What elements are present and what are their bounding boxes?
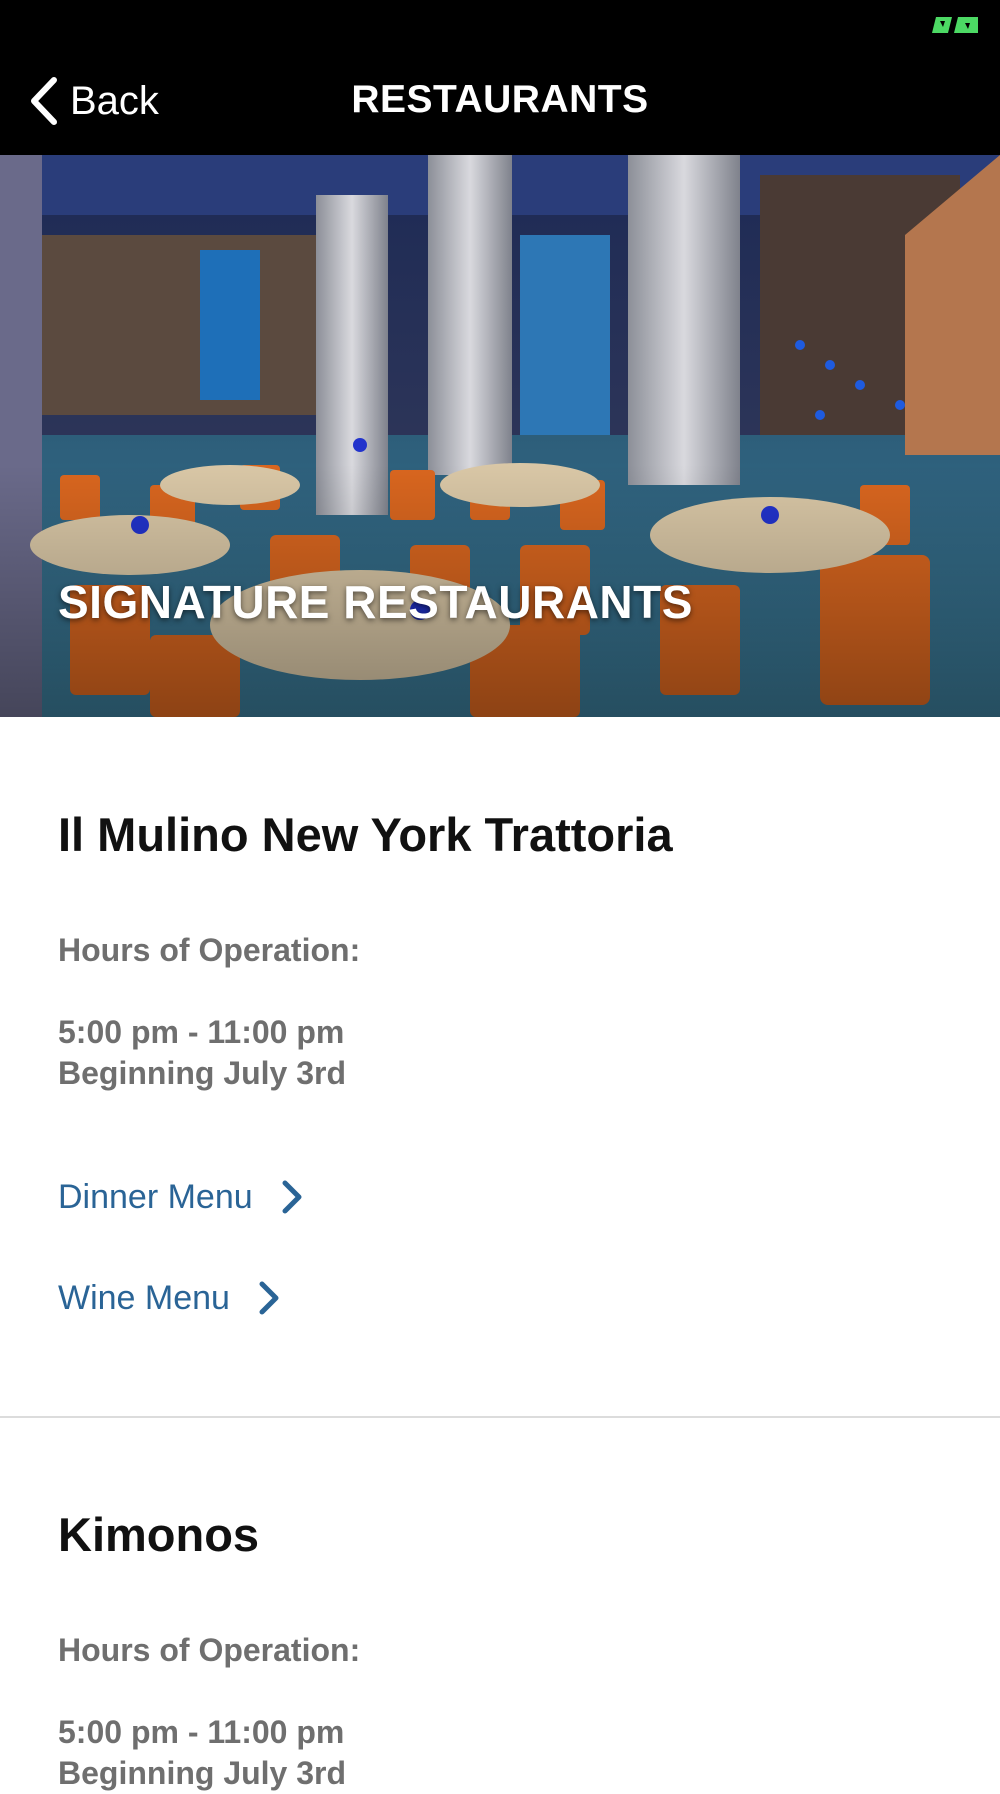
hours-label: Hours of Operation: <box>58 1632 361 1668</box>
hours-note: Beginning July 3rd <box>58 1755 347 1791</box>
chevron-right-icon <box>259 1281 279 1315</box>
hours-time: 5:00 pm - 11:00 pm <box>58 1714 345 1750</box>
restaurant-card: Il Mulino New York Trattoria Hours of Op… <box>0 717 1000 1322</box>
page-title: RESTAURANTS <box>351 78 649 121</box>
dinner-menu-link[interactable]: Dinner Menu <box>58 1173 942 1221</box>
wine-menu-link[interactable]: Wine Menu <box>58 1274 942 1322</box>
section-divider <box>0 1416 1000 1418</box>
restaurant-name: Kimonos <box>58 1508 260 1561</box>
dinner-menu-label: Dinner Menu <box>58 1177 253 1216</box>
status-bar <box>0 0 1000 48</box>
wine-menu-label: Wine Menu <box>58 1278 230 1317</box>
hours-time: 5:00 pm - 11:00 pm <box>58 1014 345 1050</box>
restaurant-card: Kimonos Hours of Operation: 5:00 pm - 11… <box>0 1507 418 1794</box>
restaurant-name: Il Mulino New York Trattoria <box>58 808 673 861</box>
hero-banner: SIGNATURE RESTAURANTS <box>0 155 1000 717</box>
hours-note: Beginning July 3rd <box>58 1055 347 1091</box>
restaurant-interior-image <box>0 155 1000 717</box>
battery-indicator-icon <box>932 17 978 33</box>
hours-label: Hours of Operation: <box>58 932 361 968</box>
hero-title: SIGNATURE RESTAURANTS <box>58 576 693 628</box>
chevron-right-icon <box>282 1180 302 1214</box>
navigation-bar: Back RESTAURANTS <box>0 48 1000 155</box>
restaurant-list: Il Mulino New York Trattoria Hours of Op… <box>0 717 1000 1791</box>
